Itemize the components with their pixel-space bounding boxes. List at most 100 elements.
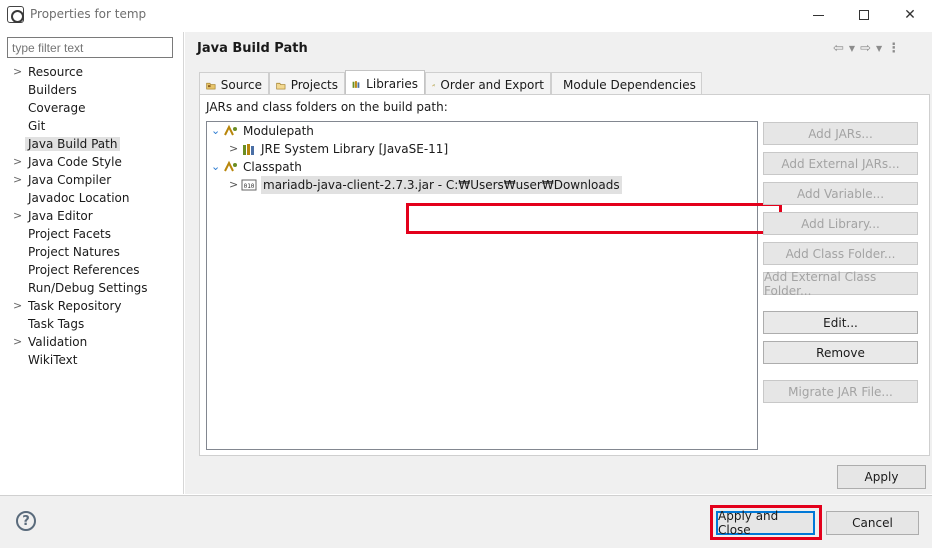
apply-close-highlight-box: [710, 505, 822, 540]
sidebar-item-validation[interactable]: > Validation: [0, 333, 183, 351]
sidebar-item-java-editor[interactable]: > Java Editor: [0, 207, 183, 225]
sidebar-item-label: Task Repository: [28, 299, 122, 313]
sidebar-item-java-compiler[interactable]: > Java Compiler: [0, 171, 183, 189]
sidebar-item-label: Validation: [28, 335, 88, 349]
tab-label: Module Dependencies: [563, 78, 696, 92]
tree-node-label: Classpath: [243, 160, 302, 174]
page-title: Java Build Path: [197, 41, 308, 56]
add-external-jars-button[interactable]: Add External JARs...: [763, 152, 918, 175]
tab-label: Source: [220, 78, 262, 92]
title-bar: Properties for temp ✕: [0, 0, 932, 30]
sidebar-item-project-facets[interactable]: Project Facets: [0, 225, 183, 243]
migrate-jar-button[interactable]: Migrate JAR File...: [763, 380, 918, 403]
tab-projects[interactable]: Projects: [269, 72, 345, 94]
forward-dropdown-icon[interactable]: ▼: [876, 44, 882, 53]
sidebar-item-label: Java Compiler: [28, 173, 112, 187]
maximize-icon: [859, 10, 869, 20]
sidebar-item-project-references[interactable]: Project References: [0, 261, 183, 279]
sidebar-item-resource[interactable]: > Resource: [0, 63, 183, 81]
add-library-button[interactable]: Add Library...: [763, 212, 918, 235]
back-dropdown-icon[interactable]: ▼: [849, 44, 855, 53]
build-path-tree[interactable]: ⌄ Modulepath > JRE System Library [JavaS…: [206, 121, 758, 450]
tab-label: Projects: [290, 78, 338, 92]
jar-highlight-box: [406, 203, 782, 234]
apply-button[interactable]: Apply: [837, 465, 926, 489]
sidebar-item-label: Java Build Path: [25, 137, 121, 151]
tree-node-label: mariadb-java-client-2.7.3.jar - C:₩Users…: [261, 176, 622, 194]
chevron-right-icon[interactable]: >: [229, 140, 241, 158]
chevron-right-icon[interactable]: >: [13, 63, 23, 81]
sidebar-item-task-tags[interactable]: Task Tags: [0, 315, 183, 333]
tree-node-classpath[interactable]: ⌄ Classpath: [211, 158, 302, 176]
sidebar-item-label: Project Facets: [28, 227, 111, 241]
sidebar-item-project-natures[interactable]: Project Natures: [0, 243, 183, 261]
maximize-button[interactable]: [842, 0, 886, 30]
svg-text:010: 010: [244, 183, 255, 190]
sidebar-item-run-debug-settings[interactable]: Run/Debug Settings: [0, 279, 183, 297]
sidebar-item-git[interactable]: Git: [0, 117, 183, 135]
add-variable-button[interactable]: Add Variable...: [763, 182, 918, 205]
sidebar-item-wikitext[interactable]: WikiText: [0, 351, 183, 369]
add-external-class-folder-button[interactable]: Add External Class Folder...: [763, 270, 918, 298]
add-class-folder-button[interactable]: Add Class Folder...: [763, 242, 918, 265]
help-icon[interactable]: ?: [16, 511, 36, 531]
history-toolbar: ⇦ ▼ ⇨ ▼ ⋮: [833, 40, 928, 56]
left-pane: > Resource Builders Coverage Git Java Bui…: [0, 32, 184, 494]
chevron-right-icon[interactable]: >: [229, 176, 241, 194]
tab-label: Order and Export: [440, 78, 544, 92]
chevron-right-icon[interactable]: >: [13, 333, 23, 351]
tab-source[interactable]: Source: [199, 72, 269, 94]
sidebar-item-label: Javadoc Location: [28, 191, 130, 205]
sidebar-item-label: Project References: [28, 263, 140, 277]
sidebar-item-java-code-style[interactable]: > Java Code Style: [0, 153, 183, 171]
sidebar-item-java-build-path[interactable]: Java Build Path: [0, 135, 183, 153]
sidebar-item-builders[interactable]: Builders: [0, 81, 183, 99]
more-options-icon[interactable]: ⋮: [887, 41, 900, 56]
minimize-button[interactable]: [796, 0, 840, 30]
filter-input[interactable]: [7, 37, 173, 58]
close-button[interactable]: ✕: [888, 0, 932, 30]
add-jars-button[interactable]: Add JARs...: [763, 122, 918, 145]
tab-order-and-export[interactable]: Order and Export: [425, 72, 551, 94]
cancel-button[interactable]: Cancel: [826, 511, 919, 535]
chevron-right-icon[interactable]: >: [13, 297, 23, 315]
minimize-icon: [812, 14, 824, 16]
close-icon: ✕: [904, 7, 916, 23]
sidebar-item-label: Coverage: [28, 101, 86, 115]
sidebar-item-label: Project Natures: [28, 245, 120, 259]
classpath-icon: [224, 160, 237, 172]
order-export-icon: [432, 83, 435, 86]
edit-button[interactable]: Edit...: [763, 311, 918, 334]
property-page-tree: > Resource Builders Coverage Git Java Bui…: [0, 63, 183, 369]
sidebar-item-javadoc-location[interactable]: Javadoc Location: [0, 189, 183, 207]
sidebar-item-label: Java Editor: [28, 209, 93, 223]
tab-libraries[interactable]: Libraries: [345, 70, 425, 94]
sidebar-item-label: Resource: [28, 65, 84, 79]
libraries-icon: [352, 80, 360, 88]
tab-module-dependencies[interactable]: m Module Dependencies: [551, 72, 702, 94]
sidebar-item-label: Java Code Style: [28, 155, 122, 169]
tree-node-mariadb-jar[interactable]: > 010 mariadb-java-client-2.7.3.jar - C:…: [229, 176, 622, 194]
chevron-right-icon[interactable]: >: [13, 171, 23, 189]
projects-folder-icon: [276, 82, 286, 89]
chevron-down-icon[interactable]: ⌄: [211, 158, 223, 176]
tree-node-jre[interactable]: > JRE System Library [JavaSE-11]: [229, 140, 448, 158]
tab-label: Libraries: [366, 77, 418, 91]
back-arrow-icon[interactable]: ⇦: [833, 41, 844, 56]
jre-library-icon: [243, 144, 254, 155]
build-path-caption: JARs and class folders on the build path…: [206, 100, 448, 114]
remove-button[interactable]: Remove: [763, 341, 918, 364]
forward-arrow-icon[interactable]: ⇨: [860, 41, 871, 56]
modulepath-icon: [224, 124, 237, 136]
chevron-down-icon[interactable]: ⌄: [211, 122, 223, 140]
chevron-right-icon[interactable]: >: [13, 153, 23, 171]
sidebar-item-label: Builders: [28, 83, 77, 97]
chevron-right-icon[interactable]: >: [13, 207, 23, 225]
tree-node-label: JRE System Library [JavaSE-11]: [261, 142, 449, 156]
sidebar-item-task-repository[interactable]: > Task Repository: [0, 297, 183, 315]
tree-node-modulepath[interactable]: ⌄ Modulepath: [211, 122, 314, 140]
jar-file-icon: 010: [241, 179, 257, 191]
sidebar-item-coverage[interactable]: Coverage: [0, 99, 183, 117]
sidebar-item-label: Run/Debug Settings: [28, 281, 148, 295]
eclipse-app-icon: [7, 6, 24, 23]
